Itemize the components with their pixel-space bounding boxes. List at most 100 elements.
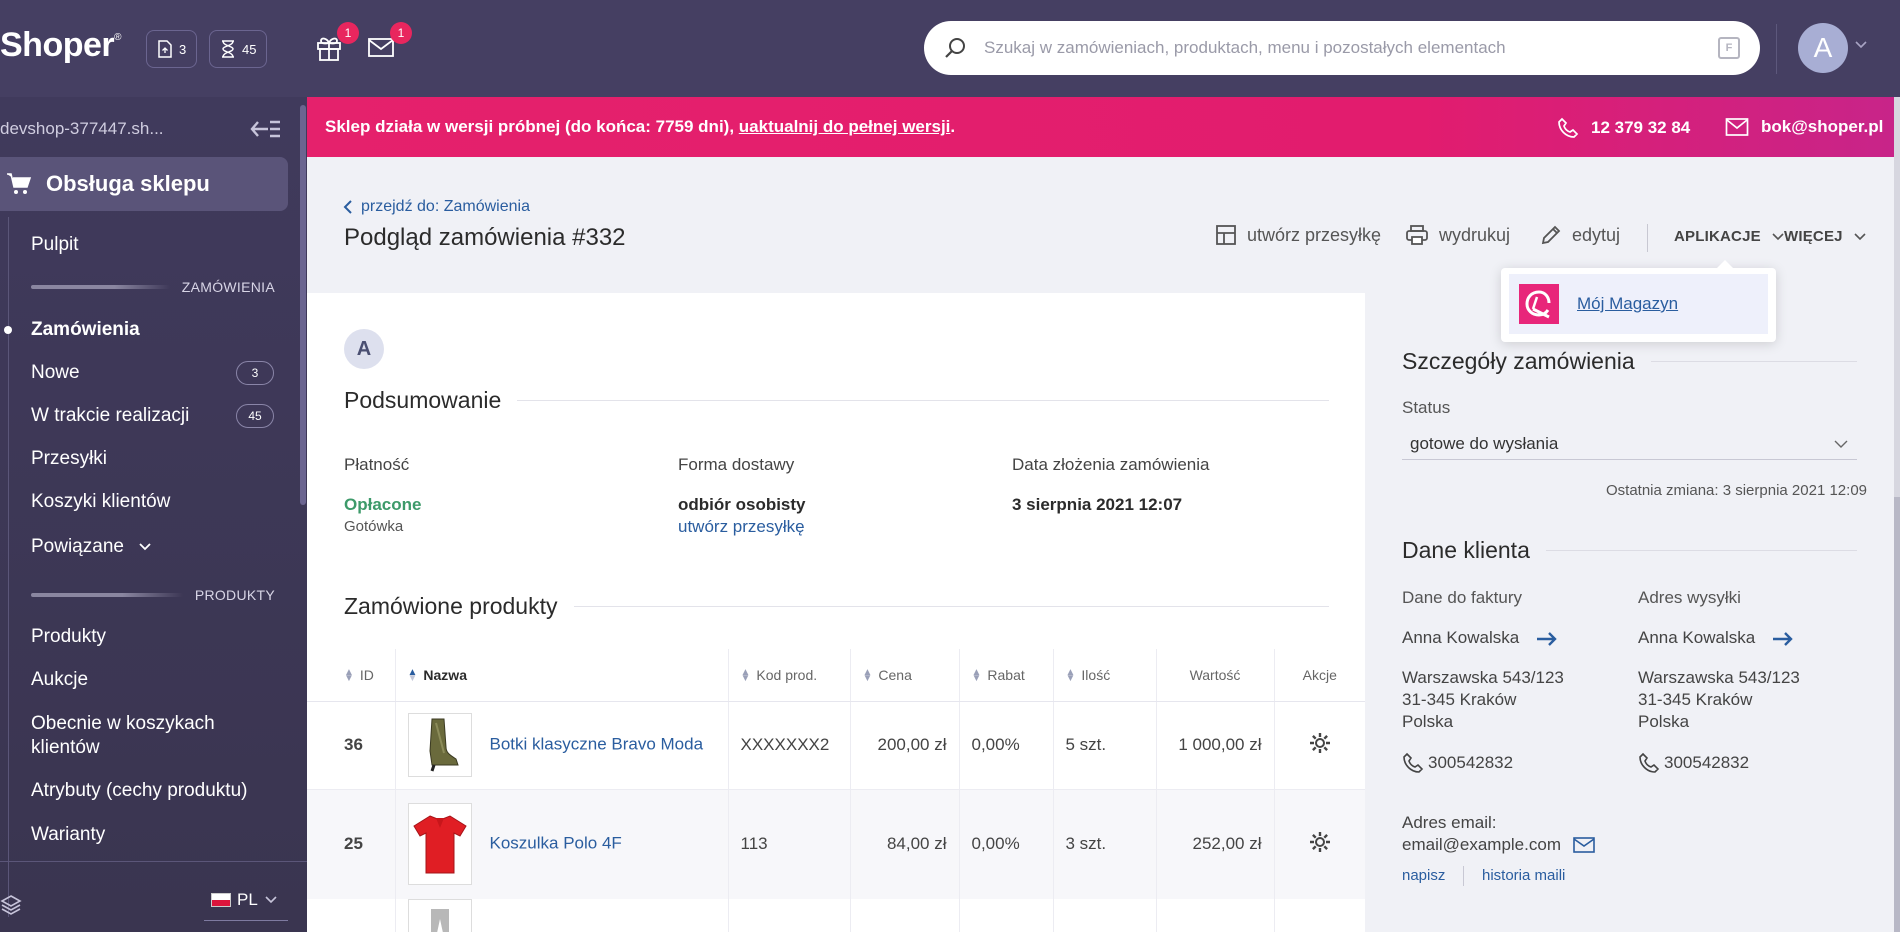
row-actions [1274, 701, 1365, 790]
upgrade-link[interactable]: uaktualnij do pełnej wersji [739, 117, 951, 136]
moj-magazyn-logo-icon [1519, 284, 1559, 324]
language-underline [204, 920, 288, 921]
shipping-name[interactable]: Anna Kowalska [1638, 627, 1794, 649]
products-table: ▲ ▼ ID ▲ ▼ Nazwa ▲ ▼ Kod prod. ▲ ▼ Cena ▲ ▼ Rabat … [307, 649, 1365, 932]
topbar-divider [1776, 24, 1777, 74]
column-actions: Akcje [1274, 649, 1365, 702]
product-thumbnail[interactable] [407, 899, 472, 932]
pencil-icon [1541, 225, 1561, 245]
products-section-title: Zamówione produkty [344, 593, 1329, 620]
page-scrollbar-thumb[interactable] [1894, 497, 1900, 932]
nav-item-variants[interactable]: Warianty [31, 824, 105, 846]
phone-icon [1639, 752, 1660, 773]
shop-name[interactable]: devshop-377447.sh... [0, 119, 164, 139]
nav-item-shipments[interactable]: Przesyłki [31, 448, 107, 470]
product-link[interactable]: Botki klasyczne Bravo Moda [490, 734, 704, 753]
product-thumbnail[interactable] [407, 803, 472, 886]
column-name[interactable]: ▲ ▼ Nazwa [395, 649, 729, 702]
row-qty: 3 szt. [1053, 789, 1157, 899]
documents-counter[interactable]: 3 [146, 30, 198, 68]
search-input[interactable] [984, 38, 1718, 58]
polo-shirt-image [412, 815, 467, 874]
print-button[interactable]: wydrukuj [1405, 224, 1510, 246]
package-icon [1216, 225, 1236, 245]
row-price: 84,00 zł [850, 789, 960, 899]
sort-icon: ▲ ▼ [344, 667, 354, 685]
summary-section-title: Podsumowanie [344, 387, 1329, 414]
nav-item-in-carts[interactable]: Obecnie w koszykach klientów [31, 712, 215, 760]
row-code: 113 [728, 789, 851, 899]
row-price: 200,00 zł [850, 701, 960, 790]
chevron-down-icon [139, 543, 151, 551]
section-products: PRODUKTY [31, 585, 275, 605]
printer-icon [1406, 225, 1428, 245]
breadcrumb[interactable]: przejdź do: Zamówienia [343, 198, 530, 216]
table-row: 25 Koszulka Polo 4F 113 84,00 zł 0,00% 3… [307, 789, 1365, 899]
moj-magazyn-link[interactable]: Mój Magazyn [1577, 294, 1678, 314]
chevron-down-icon [265, 896, 277, 904]
edit-button[interactable]: edytuj [1540, 224, 1620, 246]
boot-image [428, 718, 459, 772]
sort-icon: ▲ ▼ [862, 667, 873, 685]
sort-asc-icon: ▲ ▼ [407, 667, 418, 685]
write-email-link[interactable]: napisz [1402, 867, 1445, 884]
hourglass-counter[interactable]: 45 [209, 30, 268, 68]
user-avatar[interactable]: A [1798, 23, 1848, 73]
nav-item-attributes[interactable]: Atrybuty (cechy produktu) [31, 780, 247, 802]
phone-icon [1403, 752, 1424, 773]
apps-menu-button[interactable]: APLIKACJE [1674, 228, 1785, 245]
column-code[interactable]: ▲ ▼ Kod prod. [728, 649, 851, 702]
nav-item-related[interactable]: Powiązane [31, 536, 152, 558]
collapse-sidebar-icon[interactable] [250, 117, 282, 141]
column-discount[interactable]: ▲ ▼ Rabat [959, 649, 1054, 702]
apps-dropdown-item[interactable]: Mój Magazyn [1509, 274, 1768, 334]
column-qty[interactable]: ▲ ▼ Ilość [1053, 649, 1157, 702]
create-shipment-link[interactable]: utwórz przesyłkę [678, 517, 805, 537]
gear-icon[interactable] [1308, 830, 1332, 854]
table-row: 36 Botki klasyczne Bravo Moda XXXXXXX2 2… [307, 701, 1365, 790]
shipping-address: Warszawska 543/123 31-345 Kraków Polska [1638, 668, 1800, 731]
payment-label: Płatność [344, 455, 410, 474]
column-value: Wartość [1156, 649, 1275, 702]
nav-item-orders[interactable]: Zamówienia [31, 319, 140, 341]
nav-item-new[interactable]: Nowe [31, 362, 80, 384]
nav-item-dashboard[interactable]: Pulpit [31, 234, 79, 256]
nav-item-products[interactable]: Produkty [31, 626, 106, 648]
product-link[interactable]: Koszulka Polo 4F [490, 834, 622, 853]
status-select[interactable]: gotowe do wysłania [1402, 428, 1857, 460]
page-title: Podgląd zamówienia #332 [344, 224, 626, 251]
product-thumbnail[interactable] [407, 713, 472, 777]
nav-store-service[interactable]: Obsługa sklepu [0, 157, 288, 211]
cart-icon [7, 173, 32, 194]
order-date-value: 3 sierpnia 2021 12:07 [1012, 495, 1183, 514]
column-id[interactable]: ▲ ▼ ID [307, 649, 396, 702]
column-price[interactable]: ▲ ▼ Cena [850, 649, 960, 702]
invoice-address: Warszawska 543/123 31-345 Kraków Polska [1402, 668, 1564, 731]
shoper-logo[interactable]: Shoper® [0, 26, 121, 65]
sidebar-scrollbar[interactable] [300, 105, 306, 505]
more-menu-button[interactable]: WIĘCEJ [1784, 228, 1867, 245]
search-icon[interactable] [944, 36, 968, 60]
arrow-right-icon [1536, 631, 1557, 646]
email-history-link[interactable]: historia maili [1482, 867, 1565, 884]
create-shipment-button[interactable]: utwórz przesyłkę [1215, 224, 1381, 246]
nav-item-customer-carts[interactable]: Koszyki klientów [31, 491, 170, 513]
gift-badge: 1 [337, 22, 359, 44]
language-selector[interactable]: PL [211, 890, 278, 910]
filter-key-icon[interactable]: F [1718, 37, 1740, 59]
chevron-down-icon[interactable] [1854, 40, 1868, 50]
flag-pl-icon [211, 893, 231, 907]
section-orders: ZAMÓWIENIA [31, 277, 275, 297]
invoice-name[interactable]: Anna Kowalska [1402, 627, 1558, 649]
nav-item-auctions[interactable]: Aukcje [31, 669, 88, 691]
page-scrollbar[interactable] [1894, 97, 1900, 932]
order-card: A Podsumowanie Płatność Opłacone Gotówka… [307, 293, 1365, 932]
nav-item-in-progress[interactable]: W trakcie realizacji [31, 405, 189, 427]
nav-guide-line [8, 217, 9, 917]
mail-icon[interactable] [1573, 836, 1595, 854]
delivery-value: odbiór osobisty [678, 495, 806, 514]
support-phone[interactable]: 12 379 32 84 [1557, 117, 1690, 139]
support-email[interactable]: bok@shoper.pl [1725, 117, 1883, 137]
gear-icon[interactable] [1308, 731, 1332, 755]
layers-icon[interactable] [0, 894, 22, 916]
